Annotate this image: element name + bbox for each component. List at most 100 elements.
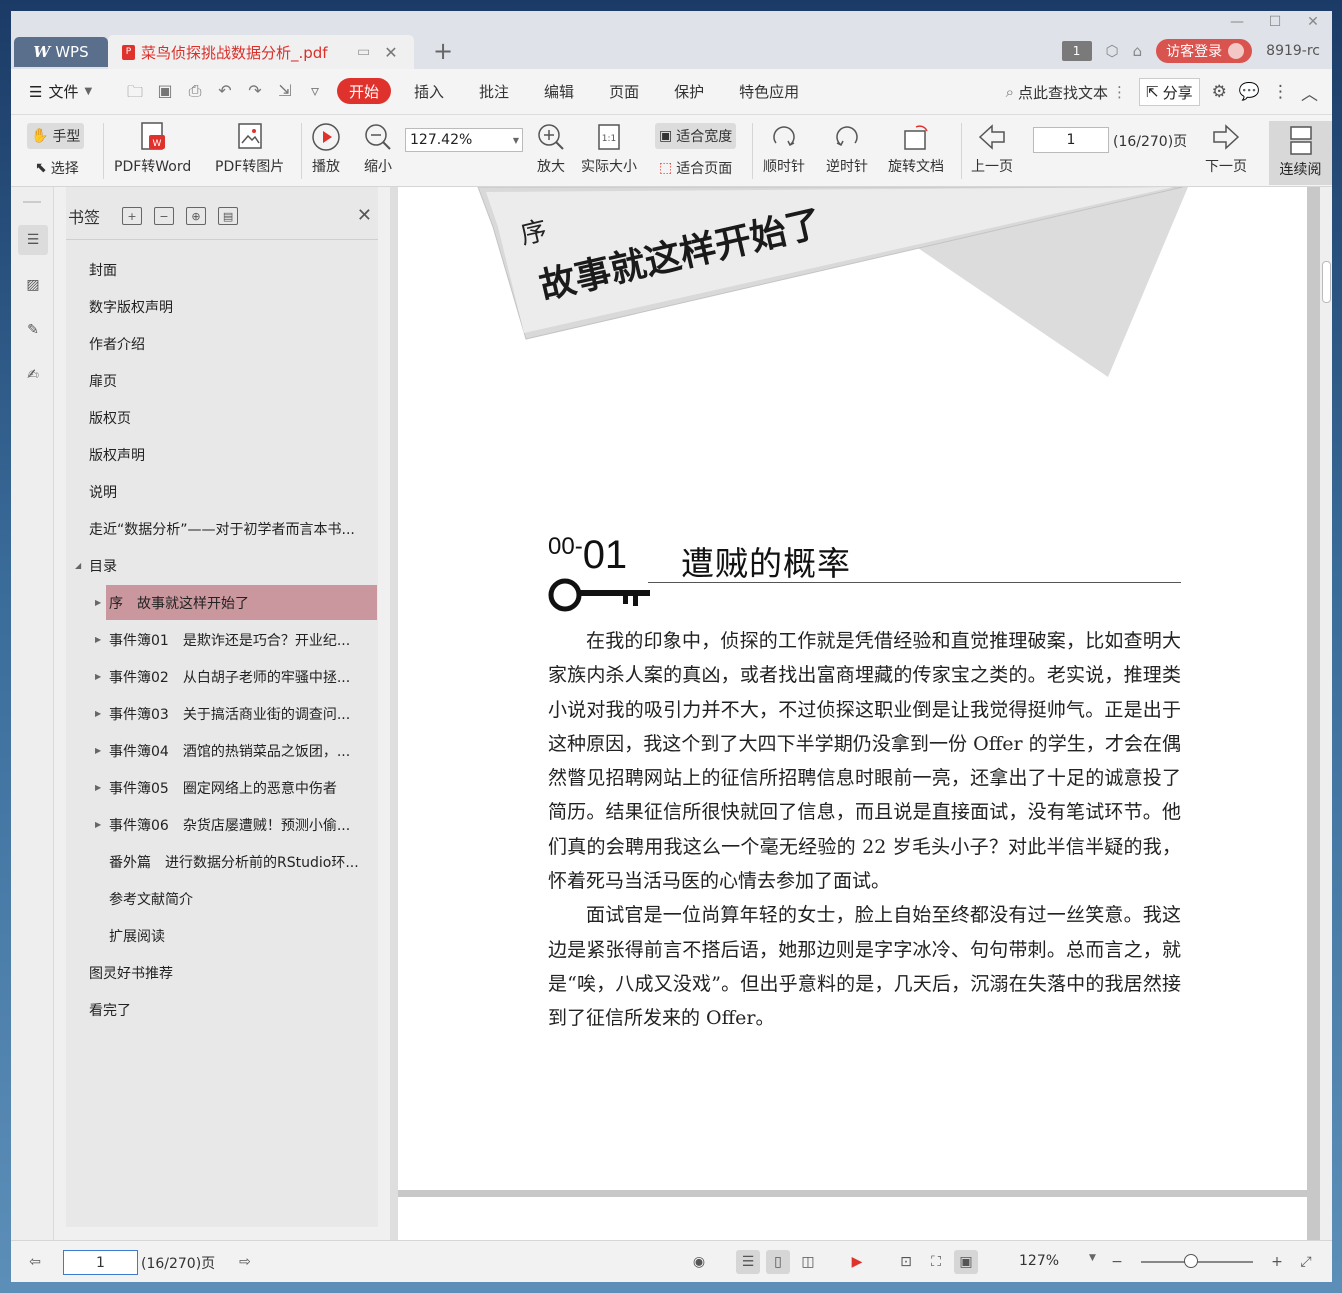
bookmark-item[interactable]: ▶ 事件簿06 杂货店屡遭贼！预测小偷... <box>66 806 378 843</box>
tab-annotate[interactable]: 批注 <box>467 78 521 104</box>
bookmark-item[interactable]: 版权声明 <box>66 436 378 473</box>
actual-size-button[interactable]: 1:1 实际大小 <box>581 119 637 176</box>
print-icon[interactable]: ⎙ <box>185 81 205 108</box>
expand-all-icon[interactable]: + <box>122 207 143 225</box>
find-text-button[interactable]: ⌕ 点此查找文本 ⋮ <box>1006 82 1127 103</box>
monitor-icon[interactable]: ▭ <box>357 44 370 60</box>
rotate-clockwise-button[interactable]: 顺时针 <box>763 119 805 176</box>
tab-special-apps[interactable]: 特色应用 <box>727 78 811 104</box>
collapse-triangle-icon[interactable]: ▶ <box>95 709 101 718</box>
visitor-login-button[interactable]: 访客登录 <box>1156 39 1253 63</box>
undo-icon[interactable]: ↶ <box>215 81 235 108</box>
bookmark-item[interactable]: ◢ 目录 <box>66 547 378 584</box>
scrollbar-thumb[interactable] <box>1322 261 1331 303</box>
single-page-view-icon[interactable]: ▯ <box>766 1250 790 1274</box>
bookmark-item[interactable]: ▶ 事件簿05 圈定网络上的恶意中伤者 <box>66 769 378 806</box>
document-viewport[interactable]: 序 故事就这样开始了 00-01 遭贼的概率 在我的印象中，侦探的工作就是凭借经… <box>398 187 1320 1240</box>
fit-width-status-icon[interactable]: ▣ <box>954 1250 978 1274</box>
tab-count-badge[interactable]: 1 <box>1061 41 1092 61</box>
thumbnail-panel-icon[interactable]: ▨ <box>18 270 48 300</box>
bookmark-item[interactable]: 图灵好书推荐 <box>66 954 378 991</box>
close-tab-icon[interactable]: ✕ <box>384 43 397 62</box>
select-tool-button[interactable]: ⬉ 选择 <box>31 155 83 181</box>
settings-gear-icon[interactable]: ⚙ <box>1212 82 1227 102</box>
redo-icon[interactable]: ↷ <box>245 81 265 108</box>
add-bookmark-icon[interactable]: ⊕ <box>186 207 207 225</box>
zoom-slider-knob[interactable] <box>1184 1254 1199 1268</box>
fit-width-button[interactable]: ▣ 适合宽度 <box>655 123 737 149</box>
eye-protection-icon[interactable]: ◉ <box>687 1250 711 1274</box>
file-menu[interactable]: ☰ 文件 ▼ <box>29 81 92 102</box>
vertical-scrollbar[interactable] <box>1320 187 1332 1240</box>
bookmark-item[interactable]: 参考文献简介 <box>66 880 378 917</box>
page-number-input[interactable]: 1 <box>1033 127 1109 153</box>
fit-page-status-icon[interactable]: ⛶ <box>924 1250 948 1274</box>
continuous-view-icon[interactable]: ☰ <box>736 1250 760 1274</box>
maximize-icon[interactable]: ☐ <box>1256 11 1294 33</box>
collapse-triangle-icon[interactable]: ▶ <box>95 783 101 792</box>
zoom-in-status-icon[interactable]: + <box>1265 1250 1289 1274</box>
play-slideshow-icon[interactable]: ▶ <box>845 1250 869 1274</box>
signature-panel-icon[interactable]: ✍ <box>18 360 48 390</box>
bookmark-options-icon[interactable]: ▤ <box>218 207 239 225</box>
rotate-counterclockwise-button[interactable]: 逆时针 <box>826 119 868 176</box>
actual-size-status-icon[interactable]: ⊡ <box>894 1250 918 1274</box>
annotation-panel-icon[interactable]: ✎ <box>18 315 48 345</box>
bookmark-item[interactable]: 扉页 <box>66 362 378 399</box>
hand-tool-button[interactable]: ✋ 手型 <box>27 123 85 149</box>
save-icon[interactable]: ▣ <box>155 81 175 108</box>
fit-page-button[interactable]: ⬚ 适合页面 <box>655 155 736 181</box>
bookmark-item[interactable]: 封面 <box>66 251 378 288</box>
tab-insert[interactable]: 插入 <box>402 78 456 104</box>
expand-triangle-icon[interactable]: ◢ <box>75 561 81 570</box>
collapse-triangle-icon[interactable]: ▶ <box>95 820 101 829</box>
two-page-view-icon[interactable]: ◫ <box>796 1250 820 1274</box>
close-window-icon[interactable]: ✕ <box>1294 11 1332 33</box>
bookmark-item[interactable]: ▶ 事件簿01 是欺诈还是巧合？开业纪... <box>66 621 378 658</box>
bookmark-item[interactable]: 版权页 <box>66 399 378 436</box>
bookmark-item[interactable]: 扩展阅读 <box>66 917 378 954</box>
bookmark-item[interactable]: 看完了 <box>66 991 378 1028</box>
next-page-button[interactable]: 下一页 <box>1205 119 1247 176</box>
close-panel-icon[interactable]: ✕ <box>357 205 372 226</box>
tab-protect[interactable]: 保护 <box>662 78 716 104</box>
tab-edit[interactable]: 编辑 <box>532 78 586 104</box>
bookmark-item[interactable]: ▶ 事件簿04 酒馆的热销菜品之饭团，... <box>66 732 378 769</box>
rotate-document-button[interactable]: 旋转文档 <box>888 119 944 176</box>
collapse-triangle-icon[interactable]: ▶ <box>95 635 101 644</box>
bookmark-item[interactable]: 走近“数据分析”——对于初学者而言本书... <box>66 510 378 547</box>
next-page-icon[interactable]: ⇨ <box>233 1250 257 1274</box>
collapse-triangle-icon[interactable]: ▶ <box>95 672 101 681</box>
previous-page-button[interactable]: 上一页 <box>971 119 1013 176</box>
collapse-ribbon-icon[interactable]: ︿ <box>1301 80 1318 105</box>
open-folder-icon[interactable]: 🗀 <box>125 81 145 108</box>
pdf-to-image-button[interactable]: PDF转图片 <box>215 119 284 176</box>
tab-start[interactable]: 开始 <box>337 78 392 104</box>
new-tab-icon[interactable]: + <box>433 37 453 65</box>
zoom-in-button[interactable]: 放大 <box>535 119 567 176</box>
prev-page-icon[interactable]: ⇦ <box>23 1250 47 1274</box>
collapse-triangle-icon[interactable]: ▶ <box>95 598 101 607</box>
skin-icon[interactable]: ⬡ <box>1106 42 1119 60</box>
bookmark-panel-icon[interactable]: ☰ <box>18 225 48 255</box>
bookmark-item[interactable]: ▶ 序 故事就这样开始了 <box>95 585 377 620</box>
bookmark-item[interactable]: 数字版权声明 <box>66 288 378 325</box>
pdf-to-word-button[interactable]: W PDF转Word <box>114 119 191 176</box>
zoom-dropdown-icon[interactable]: ▼ <box>1089 1253 1096 1263</box>
bookmark-item[interactable]: 说明 <box>66 473 378 510</box>
shirt-icon[interactable]: ⌂ <box>1133 42 1143 60</box>
tab-document[interactable]: P 菜鸟侦探挑战数据分析_.pdf ▭ ✕ <box>108 35 414 69</box>
more-dropdown-icon[interactable]: ▿ <box>305 81 325 108</box>
bookmark-item[interactable]: ▶ 事件簿02 从白胡子老师的牢骚中拯... <box>66 658 378 695</box>
zoom-out-button[interactable]: 缩小 <box>362 119 394 176</box>
tab-wps-home[interactable]: W WPS <box>14 37 108 67</box>
continuous-read-button[interactable]: 连续阅 <box>1269 121 1332 185</box>
minimize-icon[interactable]: — <box>1218 11 1256 33</box>
play-button[interactable]: 播放 <box>310 119 342 176</box>
collapse-triangle-icon[interactable]: ▶ <box>95 746 101 755</box>
status-page-input[interactable]: 1 <box>63 1250 138 1275</box>
panel-splitter[interactable] <box>390 187 398 1240</box>
bookmark-item[interactable]: 作者介绍 <box>66 325 378 362</box>
export-icon[interactable]: ⇲ <box>275 81 295 108</box>
fullscreen-icon[interactable]: ⤢ <box>1294 1250 1318 1274</box>
